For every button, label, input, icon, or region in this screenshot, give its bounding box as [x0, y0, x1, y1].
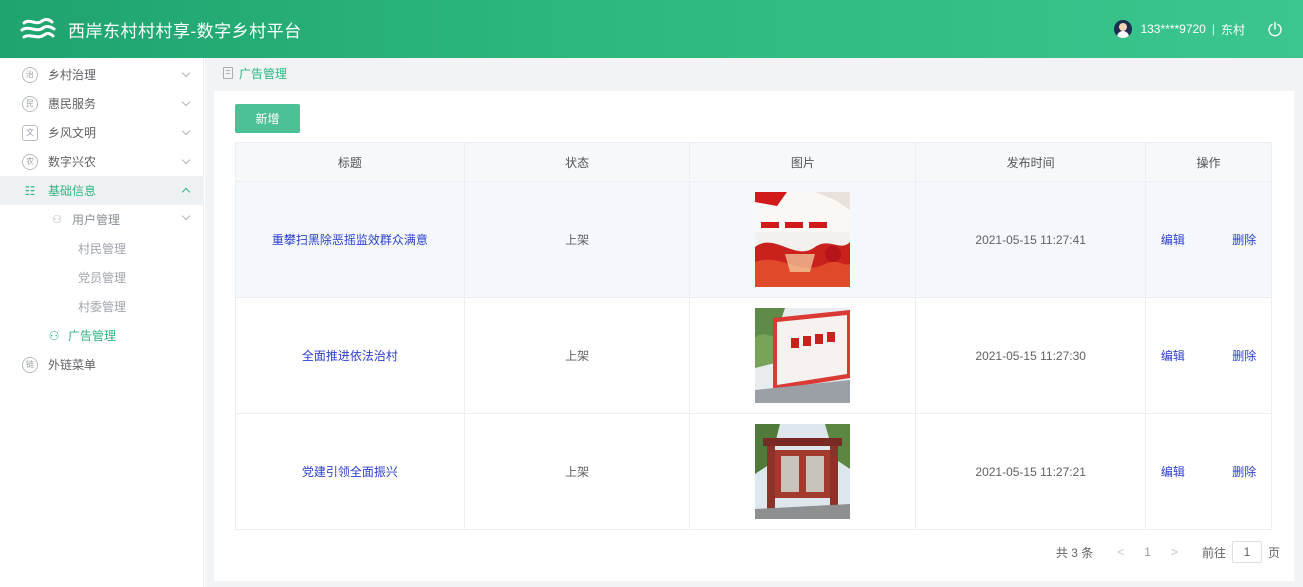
users-icon: ⚇: [52, 214, 62, 226]
cell-actions: 编辑 删除: [1145, 297, 1272, 414]
cell-status: 上架: [463, 413, 691, 530]
table-header-row: 标题 状态 图片 发布时间 操作: [235, 142, 1272, 182]
user-separator: |: [1211, 22, 1215, 36]
chevron-down-icon: [181, 155, 191, 165]
user-village: 东村: [1220, 22, 1245, 37]
logo-icon: [18, 14, 58, 44]
next-page-button[interactable]: >: [1171, 545, 1178, 559]
chevron-up-icon: [181, 187, 191, 197]
pagination-goto-label: 前往: [1201, 545, 1226, 560]
content-panel: 新增 标题 状态 图片 发布时间 操作 重攀扫黑除恶摇监效群众满意 上架 202…: [214, 91, 1294, 581]
ads-table: 标题 状态 图片 发布时间 操作 重攀扫黑除恶摇监效群众满意 上架 2021-0…: [235, 142, 1272, 530]
edit-button[interactable]: 编辑: [1161, 233, 1185, 247]
cell-status: 上架: [463, 181, 691, 298]
sidebar-leaf-ads[interactable]: ⚇ 广告管理: [0, 321, 203, 350]
delete-button[interactable]: 删除: [1232, 233, 1256, 247]
public-service-icon: 民: [22, 95, 38, 112]
cell-time: 2021-05-15 11:27:41: [915, 181, 1147, 298]
page-number[interactable]: 1: [1144, 545, 1151, 559]
user-phone: 133****9720: [1140, 22, 1206, 36]
app-title: 西岸东村村村享-数字乡村平台: [68, 21, 302, 41]
prev-page-button[interactable]: <: [1117, 545, 1124, 559]
sidebar-item-label: 数字兴农: [48, 155, 97, 169]
cell-title: 党建引领全面振兴: [235, 413, 465, 530]
row-title-link[interactable]: 重攀扫黑除恶摇监效群众满意: [272, 233, 428, 247]
page-jump-input[interactable]: [1231, 541, 1262, 563]
sidebar: 治 乡村治理 民 惠民服务 文 乡风文明 农 数字兴农 ☷ 基础信息 ⚇ 用户管…: [0, 58, 204, 587]
ad-icon: ⚇: [48, 328, 60, 343]
cell-actions: 编辑 删除: [1145, 413, 1272, 530]
sidebar-item-external-links[interactable]: 链 外链菜单: [0, 350, 203, 379]
breadcrumb-current[interactable]: 广告管理: [239, 65, 287, 82]
breadcrumb: 广告管理: [205, 58, 1303, 88]
power-icon[interactable]: [1267, 21, 1283, 37]
delete-button[interactable]: 删除: [1232, 349, 1256, 363]
sidebar-item-service[interactable]: 民 惠民服务: [0, 89, 203, 118]
red-banner-poster-image[interactable]: [755, 192, 851, 287]
sidebar-leaf-label: 广告管理: [68, 329, 117, 343]
sidebar-item-governance[interactable]: 治 乡村治理: [0, 60, 203, 89]
row-title-link[interactable]: 党建引领全面振兴: [302, 465, 398, 479]
digital-agriculture-icon: 农: [22, 153, 38, 170]
basic-info-icon: ☷: [24, 183, 36, 198]
sidebar-leaf-villagers[interactable]: 村民管理: [0, 234, 203, 263]
cell-time: 2021-05-15 11:27:30: [915, 297, 1147, 414]
column-header-actions: 操作: [1145, 142, 1272, 182]
civilization-icon: 文: [22, 124, 38, 141]
user-area: 133****9720 | 东村: [1114, 20, 1283, 38]
sidebar-item-label: 惠民服务: [48, 97, 97, 111]
column-header-status: 状态: [463, 142, 691, 182]
sidebar-item-agriculture[interactable]: 农 数字兴农: [0, 147, 203, 176]
sidebar-item-civilization[interactable]: 文 乡风文明: [0, 118, 203, 147]
external-link-icon: 链: [22, 356, 38, 373]
cell-status: 上架: [463, 297, 691, 414]
cell-actions: 编辑 删除: [1145, 181, 1272, 298]
cell-image: [689, 297, 917, 414]
pagination-page-suffix: 页: [1267, 545, 1280, 560]
village-governance-icon: 治: [22, 66, 38, 83]
table-row: 重攀扫黑除恶摇监效群众满意 上架 2021-05-15 11:27:41 编辑 …: [235, 181, 1272, 298]
chevron-down-icon: [181, 97, 191, 107]
sidebar-leaf-party-members[interactable]: 党员管理: [0, 263, 203, 292]
chevron-down-icon: [181, 126, 191, 136]
cell-title: 全面推进依法治村: [235, 297, 465, 414]
column-header-title: 标题: [235, 142, 465, 182]
pagination: 共 3 条 < 1 > 前往 页: [1056, 541, 1280, 563]
sidebar-item-label: 基础信息: [48, 184, 97, 198]
delete-button[interactable]: 删除: [1232, 465, 1256, 479]
column-header-image: 图片: [689, 142, 917, 182]
sidebar-subitem-label: 用户管理: [72, 213, 121, 227]
table-row: 党建引领全面振兴 上架 2021-05-15 11:27:21 编辑 删除: [235, 413, 1272, 530]
sidebar-subitem-users[interactable]: ⚇ 用户管理: [0, 205, 203, 234]
table-row: 全面推进依法治村 上架 2021-05-15 11:27:30 编辑 删除: [235, 297, 1272, 414]
sidebar-leaf-committee[interactable]: 村委管理: [0, 292, 203, 321]
cell-time: 2021-05-15 11:27:21: [915, 413, 1147, 530]
main-content: 广告管理 新增 标题 状态 图片 发布时间 操作 重攀扫黑除恶摇监效群众满意 上…: [205, 58, 1303, 587]
cell-image: [689, 181, 917, 298]
document-icon: [223, 67, 233, 79]
village-wall-slogan-image[interactable]: [755, 308, 851, 403]
avatar[interactable]: [1114, 20, 1133, 38]
add-button[interactable]: 新增: [235, 104, 300, 133]
cell-title: 重攀扫黑除恶摇监效群众满意: [235, 181, 465, 298]
sidebar-item-basic-info[interactable]: ☷ 基础信息: [0, 176, 203, 205]
row-title-link[interactable]: 全面推进依法治村: [302, 349, 398, 363]
memorial-archway-image[interactable]: [755, 424, 851, 519]
column-header-time: 发布时间: [915, 142, 1147, 182]
sidebar-item-label: 外链菜单: [48, 358, 97, 372]
sidebar-item-label: 乡风文明: [48, 126, 97, 140]
chevron-down-icon: [181, 68, 191, 78]
cell-image: [689, 413, 917, 530]
edit-button[interactable]: 编辑: [1161, 349, 1185, 363]
chevron-down-icon: [181, 211, 191, 221]
top-header: 西岸东村村村享-数字乡村平台 133****9720 | 东村: [0, 0, 1303, 58]
sidebar-item-label: 乡村治理: [48, 68, 97, 82]
pagination-total: 共 3 条: [1055, 545, 1094, 560]
edit-button[interactable]: 编辑: [1161, 465, 1185, 479]
